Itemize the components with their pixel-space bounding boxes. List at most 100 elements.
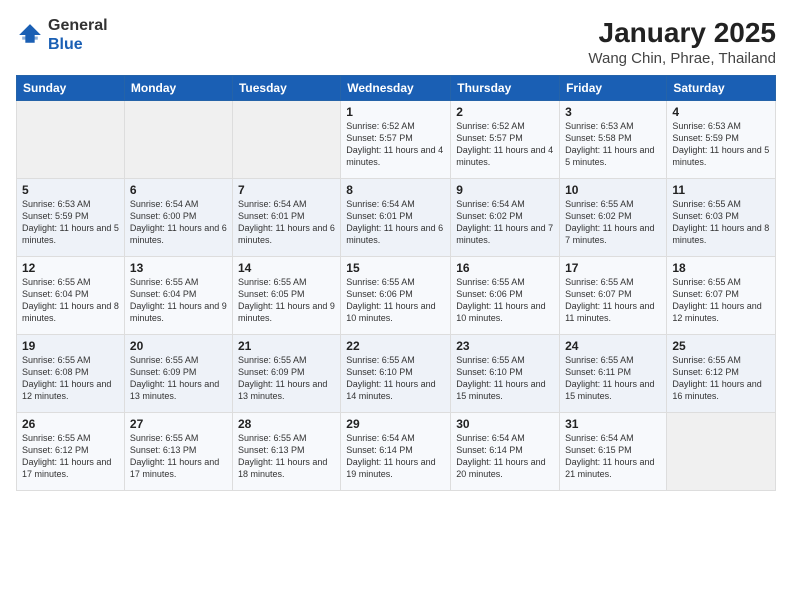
calendar-cell: 16 Sunrise: 6:55 AMSunset: 6:06 PMDaylig… [451, 256, 560, 334]
calendar-cell: 15 Sunrise: 6:55 AMSunset: 6:06 PMDaylig… [341, 256, 451, 334]
day-number: 31 [565, 417, 661, 431]
calendar-header: Sunday Monday Tuesday Wednesday Thursday… [17, 75, 776, 100]
cell-info: Sunrise: 6:52 AMSunset: 5:57 PMDaylight:… [456, 121, 553, 167]
calendar-cell: 30 Sunrise: 6:54 AMSunset: 6:14 PMDaylig… [451, 412, 560, 490]
cell-info: Sunrise: 6:52 AMSunset: 5:57 PMDaylight:… [346, 121, 443, 167]
header-wednesday: Wednesday [341, 75, 451, 100]
cell-info: Sunrise: 6:54 AMSunset: 6:01 PMDaylight:… [346, 199, 443, 245]
day-number: 29 [346, 417, 445, 431]
day-number: 3 [565, 105, 661, 119]
day-number: 13 [130, 261, 227, 275]
day-number: 4 [672, 105, 770, 119]
day-number: 16 [456, 261, 554, 275]
day-number: 11 [672, 183, 770, 197]
cell-info: Sunrise: 6:55 AMSunset: 6:05 PMDaylight:… [238, 277, 335, 323]
day-number: 23 [456, 339, 554, 353]
cell-info: Sunrise: 6:55 AMSunset: 6:08 PMDaylight:… [22, 355, 111, 401]
calendar-cell: 6 Sunrise: 6:54 AMSunset: 6:00 PMDayligh… [124, 178, 232, 256]
header-sunday: Sunday [17, 75, 125, 100]
calendar-cell: 25 Sunrise: 6:55 AMSunset: 6:12 PMDaylig… [667, 334, 776, 412]
calendar-cell: 22 Sunrise: 6:55 AMSunset: 6:10 PMDaylig… [341, 334, 451, 412]
cell-info: Sunrise: 6:55 AMSunset: 6:10 PMDaylight:… [346, 355, 435, 401]
day-number: 7 [238, 183, 335, 197]
cell-info: Sunrise: 6:54 AMSunset: 6:14 PMDaylight:… [456, 433, 545, 479]
calendar-cell [124, 100, 232, 178]
day-number: 12 [22, 261, 119, 275]
calendar-cell: 24 Sunrise: 6:55 AMSunset: 6:11 PMDaylig… [560, 334, 667, 412]
calendar-cell: 13 Sunrise: 6:55 AMSunset: 6:04 PMDaylig… [124, 256, 232, 334]
day-number: 2 [456, 105, 554, 119]
logo-general-label: General [48, 17, 108, 34]
cell-info: Sunrise: 6:54 AMSunset: 6:00 PMDaylight:… [130, 199, 227, 245]
cell-info: Sunrise: 6:53 AMSunset: 5:58 PMDaylight:… [565, 121, 654, 167]
cell-info: Sunrise: 6:55 AMSunset: 6:11 PMDaylight:… [565, 355, 654, 401]
calendar-cell: 2 Sunrise: 6:52 AMSunset: 5:57 PMDayligh… [451, 100, 560, 178]
day-number: 17 [565, 261, 661, 275]
calendar-cell: 8 Sunrise: 6:54 AMSunset: 6:01 PMDayligh… [341, 178, 451, 256]
cell-info: Sunrise: 6:55 AMSunset: 6:13 PMDaylight:… [130, 433, 219, 479]
cell-info: Sunrise: 6:54 AMSunset: 6:15 PMDaylight:… [565, 433, 654, 479]
calendar-cell: 27 Sunrise: 6:55 AMSunset: 6:13 PMDaylig… [124, 412, 232, 490]
week-row-0: 1 Sunrise: 6:52 AMSunset: 5:57 PMDayligh… [17, 100, 776, 178]
day-number: 9 [456, 183, 554, 197]
calendar-cell [232, 100, 340, 178]
day-number: 24 [565, 339, 661, 353]
logo-text: General Blue [48, 16, 108, 54]
calendar-cell: 19 Sunrise: 6:55 AMSunset: 6:08 PMDaylig… [17, 334, 125, 412]
day-number: 27 [130, 417, 227, 431]
calendar-cell: 26 Sunrise: 6:55 AMSunset: 6:12 PMDaylig… [17, 412, 125, 490]
cell-info: Sunrise: 6:54 AMSunset: 6:02 PMDaylight:… [456, 199, 553, 245]
cell-info: Sunrise: 6:55 AMSunset: 6:02 PMDaylight:… [565, 199, 654, 245]
cell-info: Sunrise: 6:53 AMSunset: 5:59 PMDaylight:… [22, 199, 119, 245]
day-number: 10 [565, 183, 661, 197]
day-number: 20 [130, 339, 227, 353]
calendar-cell: 18 Sunrise: 6:55 AMSunset: 6:07 PMDaylig… [667, 256, 776, 334]
day-number: 6 [130, 183, 227, 197]
calendar-cell: 9 Sunrise: 6:54 AMSunset: 6:02 PMDayligh… [451, 178, 560, 256]
day-number: 22 [346, 339, 445, 353]
calendar-cell: 4 Sunrise: 6:53 AMSunset: 5:59 PMDayligh… [667, 100, 776, 178]
cell-info: Sunrise: 6:55 AMSunset: 6:12 PMDaylight:… [22, 433, 111, 479]
cell-info: Sunrise: 6:55 AMSunset: 6:04 PMDaylight:… [130, 277, 227, 323]
cell-info: Sunrise: 6:55 AMSunset: 6:09 PMDaylight:… [130, 355, 219, 401]
calendar-cell: 28 Sunrise: 6:55 AMSunset: 6:13 PMDaylig… [232, 412, 340, 490]
day-number: 8 [346, 183, 445, 197]
cell-info: Sunrise: 6:55 AMSunset: 6:10 PMDaylight:… [456, 355, 545, 401]
day-number: 26 [22, 417, 119, 431]
header-tuesday: Tuesday [232, 75, 340, 100]
calendar-table: Sunday Monday Tuesday Wednesday Thursday… [16, 75, 776, 491]
day-number: 28 [238, 417, 335, 431]
title-block: January 2025 Wang Chin, Phrae, Thailand [588, 16, 776, 67]
cell-info: Sunrise: 6:55 AMSunset: 6:06 PMDaylight:… [346, 277, 435, 323]
calendar-cell [667, 412, 776, 490]
calendar-cell: 10 Sunrise: 6:55 AMSunset: 6:02 PMDaylig… [560, 178, 667, 256]
page: General Blue January 2025 Wang Chin, Phr… [0, 0, 792, 612]
cell-info: Sunrise: 6:54 AMSunset: 6:14 PMDaylight:… [346, 433, 435, 479]
day-number: 15 [346, 261, 445, 275]
calendar-title: January 2025 [588, 16, 776, 50]
calendar-cell: 14 Sunrise: 6:55 AMSunset: 6:05 PMDaylig… [232, 256, 340, 334]
calendar-cell: 5 Sunrise: 6:53 AMSunset: 5:59 PMDayligh… [17, 178, 125, 256]
calendar-subtitle: Wang Chin, Phrae, Thailand [588, 50, 776, 67]
cell-info: Sunrise: 6:55 AMSunset: 6:06 PMDaylight:… [456, 277, 545, 323]
logo-blue-label: Blue [48, 36, 83, 53]
week-row-1: 5 Sunrise: 6:53 AMSunset: 5:59 PMDayligh… [17, 178, 776, 256]
calendar-body: 1 Sunrise: 6:52 AMSunset: 5:57 PMDayligh… [17, 100, 776, 490]
cell-info: Sunrise: 6:55 AMSunset: 6:07 PMDaylight:… [565, 277, 654, 323]
calendar-cell [17, 100, 125, 178]
calendar-cell: 1 Sunrise: 6:52 AMSunset: 5:57 PMDayligh… [341, 100, 451, 178]
calendar-cell: 23 Sunrise: 6:55 AMSunset: 6:10 PMDaylig… [451, 334, 560, 412]
day-number: 30 [456, 417, 554, 431]
header: General Blue January 2025 Wang Chin, Phr… [16, 16, 776, 67]
cell-info: Sunrise: 6:55 AMSunset: 6:12 PMDaylight:… [672, 355, 761, 401]
day-number: 21 [238, 339, 335, 353]
day-number: 18 [672, 261, 770, 275]
calendar-cell: 11 Sunrise: 6:55 AMSunset: 6:03 PMDaylig… [667, 178, 776, 256]
calendar-cell: 31 Sunrise: 6:54 AMSunset: 6:15 PMDaylig… [560, 412, 667, 490]
day-number: 14 [238, 261, 335, 275]
cell-info: Sunrise: 6:55 AMSunset: 6:07 PMDaylight:… [672, 277, 761, 323]
cell-info: Sunrise: 6:55 AMSunset: 6:03 PMDaylight:… [672, 199, 769, 245]
header-saturday: Saturday [667, 75, 776, 100]
calendar-cell: 29 Sunrise: 6:54 AMSunset: 6:14 PMDaylig… [341, 412, 451, 490]
calendar-cell: 21 Sunrise: 6:55 AMSunset: 6:09 PMDaylig… [232, 334, 340, 412]
